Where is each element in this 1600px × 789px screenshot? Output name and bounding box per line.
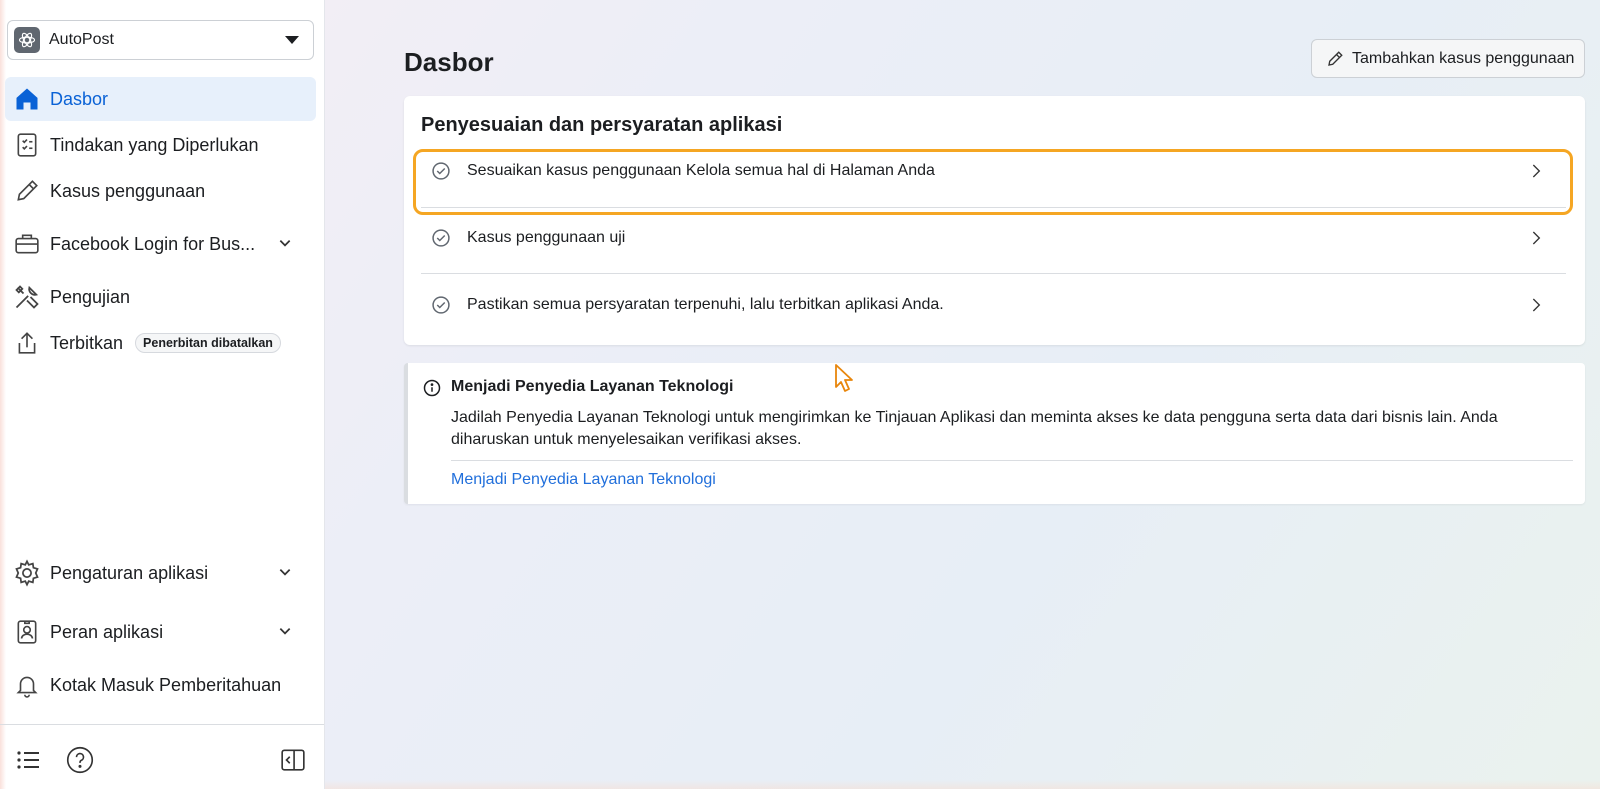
sidebar-item-facebook-login[interactable]: Facebook Login for Bus... — [5, 222, 316, 266]
sidebar-item-label: Tindakan yang Diperlukan — [50, 134, 259, 155]
bell-icon — [12, 670, 42, 700]
sidebar-item-terbitkan[interactable]: Terbitkan Penerbitan dibatalkan — [5, 321, 316, 365]
requirement-text: Sesuaikan kasus penggunaan Kelola semua … — [467, 162, 935, 179]
mouse-cursor-icon — [835, 364, 853, 392]
requirements-title: Penyesuaian dan persyaratan aplikasi — [421, 114, 783, 136]
requirement-text: Pastikan semua persyaratan terpenuhi, la… — [467, 296, 944, 313]
info-title: Menjadi Penyedia Layanan Teknologi — [451, 378, 734, 395]
pencil-icon — [1328, 50, 1343, 66]
sidebar-item-label: Facebook Login for Bus... — [50, 233, 256, 254]
app-gear-icon — [14, 27, 40, 53]
divider — [451, 460, 1573, 461]
chevron-down-icon[interactable] — [278, 624, 292, 638]
chevron-right-icon — [1532, 231, 1541, 245]
check-circle-icon — [432, 162, 450, 180]
tech-provider-link[interactable]: Menjadi Penyedia Layanan Teknologi — [451, 471, 716, 489]
home-icon — [12, 84, 42, 114]
chevron-down-icon[interactable] — [278, 236, 292, 250]
sidebar-item-label: Kasus penggunaan — [50, 180, 206, 201]
pencil-icon — [12, 176, 42, 206]
checklist-icon — [12, 130, 42, 160]
add-use-case-label: Tambahkan kasus penggunaan — [1352, 49, 1575, 67]
requirement-row[interactable]: Sesuaikan kasus penggunaan Kelola semua … — [421, 138, 1566, 204]
sidebar-item-kotak-masuk[interactable]: Kotak Masuk Pemberitahuan — [5, 663, 316, 707]
info-body: Jadilah Penyedia Layanan Teknologi untuk… — [451, 409, 1498, 448]
app-name: AutoPost — [49, 31, 114, 48]
requirement-row[interactable]: Pastikan semua persyaratan terpenuhi, la… — [421, 272, 1566, 338]
upload-icon — [12, 328, 42, 358]
sidebar-item-label: Pengujian — [50, 286, 131, 307]
chevron-down-icon[interactable] — [278, 565, 292, 579]
requirements-card: Penyesuaian dan persyaratan aplikasi Ses… — [404, 96, 1585, 345]
status-badge: Penerbitan dibatalkan — [135, 333, 281, 353]
chevron-right-icon — [1532, 164, 1541, 178]
requirement-row[interactable]: Kasus penggunaan uji — [421, 205, 1566, 271]
tech-provider-card: Menjadi Penyedia Layanan Teknologi Jadil… — [404, 363, 1585, 504]
app-selector[interactable]: AutoPost — [7, 20, 314, 60]
check-circle-icon — [432, 296, 450, 314]
sidebar-item-pengujian[interactable]: Pengujian — [5, 275, 316, 319]
sidebar-item-label: Dasbor — [50, 88, 109, 109]
requirement-text: Kasus penggunaan uji — [467, 229, 626, 246]
sidebar-footer — [0, 724, 324, 789]
gear-icon — [12, 558, 42, 588]
bottom-edge — [325, 780, 1600, 789]
sidebar-item-peran-aplikasi[interactable]: Peran aplikasi — [5, 610, 316, 654]
help-icon[interactable] — [65, 745, 95, 775]
briefcase-icon — [12, 229, 42, 259]
id-badge-icon — [12, 617, 42, 647]
sidebar-item-label: Peran aplikasi — [50, 621, 164, 642]
sidebar-item-pengaturan-aplikasi[interactable]: Pengaturan aplikasi — [5, 551, 316, 595]
check-circle-icon — [432, 229, 450, 247]
sidebar-item-kasus-penggunaan[interactable]: Kasus penggunaan — [5, 169, 316, 213]
info-icon — [423, 379, 441, 397]
chevron-right-icon — [1532, 298, 1541, 312]
add-use-case-button[interactable]: Tambahkan kasus penggunaan — [1311, 39, 1585, 78]
tools-icon — [12, 282, 42, 312]
sidebar-item-label: Pengaturan aplikasi — [50, 562, 209, 583]
sidebar: AutoPost Dasbor Tindakan yang Diperlukan… — [0, 0, 325, 789]
list-icon[interactable] — [13, 745, 43, 775]
dropdown-caret-icon[interactable] — [285, 36, 299, 44]
sidebar-item-dasbor[interactable]: Dasbor — [5, 77, 316, 121]
sidebar-item-tindakan[interactable]: Tindakan yang Diperlukan — [5, 123, 316, 167]
collapse-panel-icon[interactable] — [278, 745, 308, 775]
sidebar-item-label: Kotak Masuk Pemberitahuan — [50, 674, 282, 695]
page-title: Dasbor — [404, 47, 494, 77]
sidebar-item-label: Terbitkan — [50, 332, 124, 353]
